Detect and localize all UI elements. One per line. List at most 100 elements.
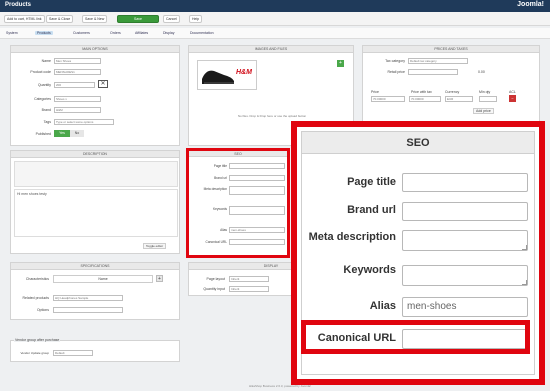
title-bar: Products Joomla! <box>0 0 550 12</box>
seo-small-brand-url-input[interactable] <box>229 175 285 181</box>
product-image: H&M <box>197 60 257 90</box>
editor-toolbar[interactable] <box>14 161 178 187</box>
categories-label: Categories <box>34 97 51 101</box>
description-panel: DESCRIPTION Hi men shoes testy Toggle ed… <box>10 150 180 254</box>
menu-documentation[interactable]: Documentation <box>190 31 214 35</box>
canonical-highlight <box>301 320 530 354</box>
description-editor[interactable]: Hi men shoes testy <box>14 189 178 237</box>
categories-input[interactable]: Shoes x <box>54 96 101 102</box>
tax-category-select[interactable]: Default tax category <box>408 58 468 64</box>
name-label: Name <box>41 59 51 63</box>
tax-category-label: Tax category <box>385 59 405 63</box>
seo-small-alias-label: Alias <box>220 228 227 232</box>
alias-input[interactable]: men-shoes <box>402 297 528 317</box>
min-qty-input[interactable] <box>479 96 497 102</box>
price-tax-input[interactable]: 70.00000 <box>409 96 441 102</box>
add-characteristic-icon[interactable]: + <box>156 275 163 282</box>
keywords-label: Keywords <box>343 264 396 276</box>
help-button[interactable]: Help <box>189 15 203 23</box>
seo-small-brand-url-label: Brand url <box>214 176 227 180</box>
add-price-button[interactable]: Add price <box>473 108 494 114</box>
main-options-header: MAIN OPTIONS <box>11 46 179 53</box>
description-header: DESCRIPTION <box>11 151 179 158</box>
clear-icon[interactable]: ✕ <box>98 80 108 88</box>
quantity-input[interactable]: 200 <box>54 82 95 88</box>
brand-url-input[interactable] <box>402 202 528 221</box>
alias-label: Alias <box>369 300 396 312</box>
seo-small-alias-input[interactable]: men-shoes <box>229 227 285 233</box>
save-button[interactable]: Save <box>117 15 159 23</box>
published-yes-button[interactable]: Yes <box>54 130 70 137</box>
specifications-header: SPECIFICATIONS <box>11 263 179 270</box>
tags-input[interactable]: Type or select some options <box>54 119 114 125</box>
characteristics-label: Characteristics <box>25 277 49 281</box>
characteristics-name-col: Name <box>53 275 153 283</box>
page-title-input[interactable] <box>402 173 528 192</box>
seo-small-canonical-label: Canonical URL <box>205 240 227 244</box>
col-min-qty: Min qty <box>479 90 491 94</box>
retail-price-input[interactable] <box>408 69 458 75</box>
toggle-editor-button[interactable]: Toggle editor <box>143 243 167 249</box>
options-label: Options <box>36 308 49 312</box>
col-price-tax: Price with tax <box>411 90 432 94</box>
delete-price-icon[interactable]: − <box>509 95 516 102</box>
retail-price-value: 0.00 <box>478 70 485 74</box>
meta-description-textarea[interactable] <box>402 230 528 251</box>
seo-small-keywords-input[interactable] <box>229 206 285 215</box>
description-text: Hi men shoes testy <box>17 192 47 196</box>
product-code-input[interactable]: MENSHOES1 <box>54 69 101 75</box>
seo-small-meta-input[interactable] <box>229 186 285 195</box>
seo-small-keywords-label: Keywords <box>213 207 227 211</box>
save-new-button[interactable]: Save & New <box>82 15 108 23</box>
name-input[interactable]: Men Shoes <box>54 58 101 64</box>
toolbar: Add to cart, HTML link Save & Close Save… <box>0 12 550 26</box>
prices-header: PRICES AND TAXES <box>363 46 539 53</box>
tags-label: Tags <box>43 120 51 124</box>
seo-panel-small: SEO Page title Brand url Meta descriptio… <box>186 148 290 258</box>
vendor-group-select[interactable]: Default <box>53 350 93 356</box>
menu-products[interactable]: Products <box>35 31 53 35</box>
published-no-button[interactable]: No <box>70 130 84 137</box>
currency-select[interactable]: EUR <box>445 96 473 102</box>
vendor-update-label: Vendor Update group <box>20 351 49 355</box>
menu-system[interactable]: System <box>6 31 18 35</box>
cancel-button[interactable]: Cancel <box>163 15 180 23</box>
images-header: IMAGES AND FILES <box>189 46 353 53</box>
page-layout-select[interactable]: Inherit <box>229 276 269 282</box>
specifications-panel: SPECIFICATIONS Characteristics Name + Re… <box>10 262 180 320</box>
meta-description-label: Meta description <box>308 231 396 243</box>
brand-url-label: Brand url <box>347 204 396 216</box>
published-label: Published <box>35 132 51 136</box>
col-currency: Currency <box>445 90 460 94</box>
meta-resize-handle-icon[interactable] <box>522 245 527 250</box>
hm-logo: H&M <box>236 69 252 76</box>
seo-small-header: SEO <box>189 151 287 157</box>
add-image-icon[interactable]: + <box>337 60 344 67</box>
price-input[interactable]: 70.00000 <box>371 96 405 102</box>
related-products-input[interactable]: HQ Headphones Sample <box>53 295 123 301</box>
seo-small-meta-label: Meta description <box>203 187 227 191</box>
options-input[interactable] <box>53 307 123 313</box>
joomla-logo: Joomla! <box>517 1 544 8</box>
menu-display[interactable]: Display <box>163 31 174 35</box>
save-close-button[interactable]: Save & Close <box>46 15 74 23</box>
seo-small-page-title-input[interactable] <box>229 163 285 169</box>
related-products-label: Related products <box>22 296 49 300</box>
add-to-cart-link-button[interactable]: Add to cart, HTML link <box>4 15 45 23</box>
brand-select[interactable]: H&M <box>54 107 101 113</box>
code-label: Product code <box>30 70 51 74</box>
page-layout-label: Page layout <box>206 277 226 281</box>
keywords-textarea[interactable] <box>402 265 528 286</box>
seo-small-canonical-input[interactable] <box>229 239 285 245</box>
col-acl: ACL <box>509 90 516 94</box>
main-options-panel: MAIN OPTIONS Name Men Shoes Product code… <box>10 45 180 146</box>
menu-orders[interactable]: Orders <box>110 31 121 35</box>
retail-price-label: Retail price <box>387 70 405 74</box>
menu-affiliates[interactable]: Affiliates <box>135 31 148 35</box>
menu-customers[interactable]: Customers <box>73 31 90 35</box>
quantity-input-select[interactable]: Inherit <box>229 286 269 292</box>
seo-small-page-title-label: Page title <box>213 164 227 168</box>
keywords-resize-handle-icon[interactable] <box>522 280 527 285</box>
seo-header: SEO <box>302 132 534 154</box>
files-dropzone-note: No files. Drop & Drop here or use the up… <box>237 114 307 118</box>
